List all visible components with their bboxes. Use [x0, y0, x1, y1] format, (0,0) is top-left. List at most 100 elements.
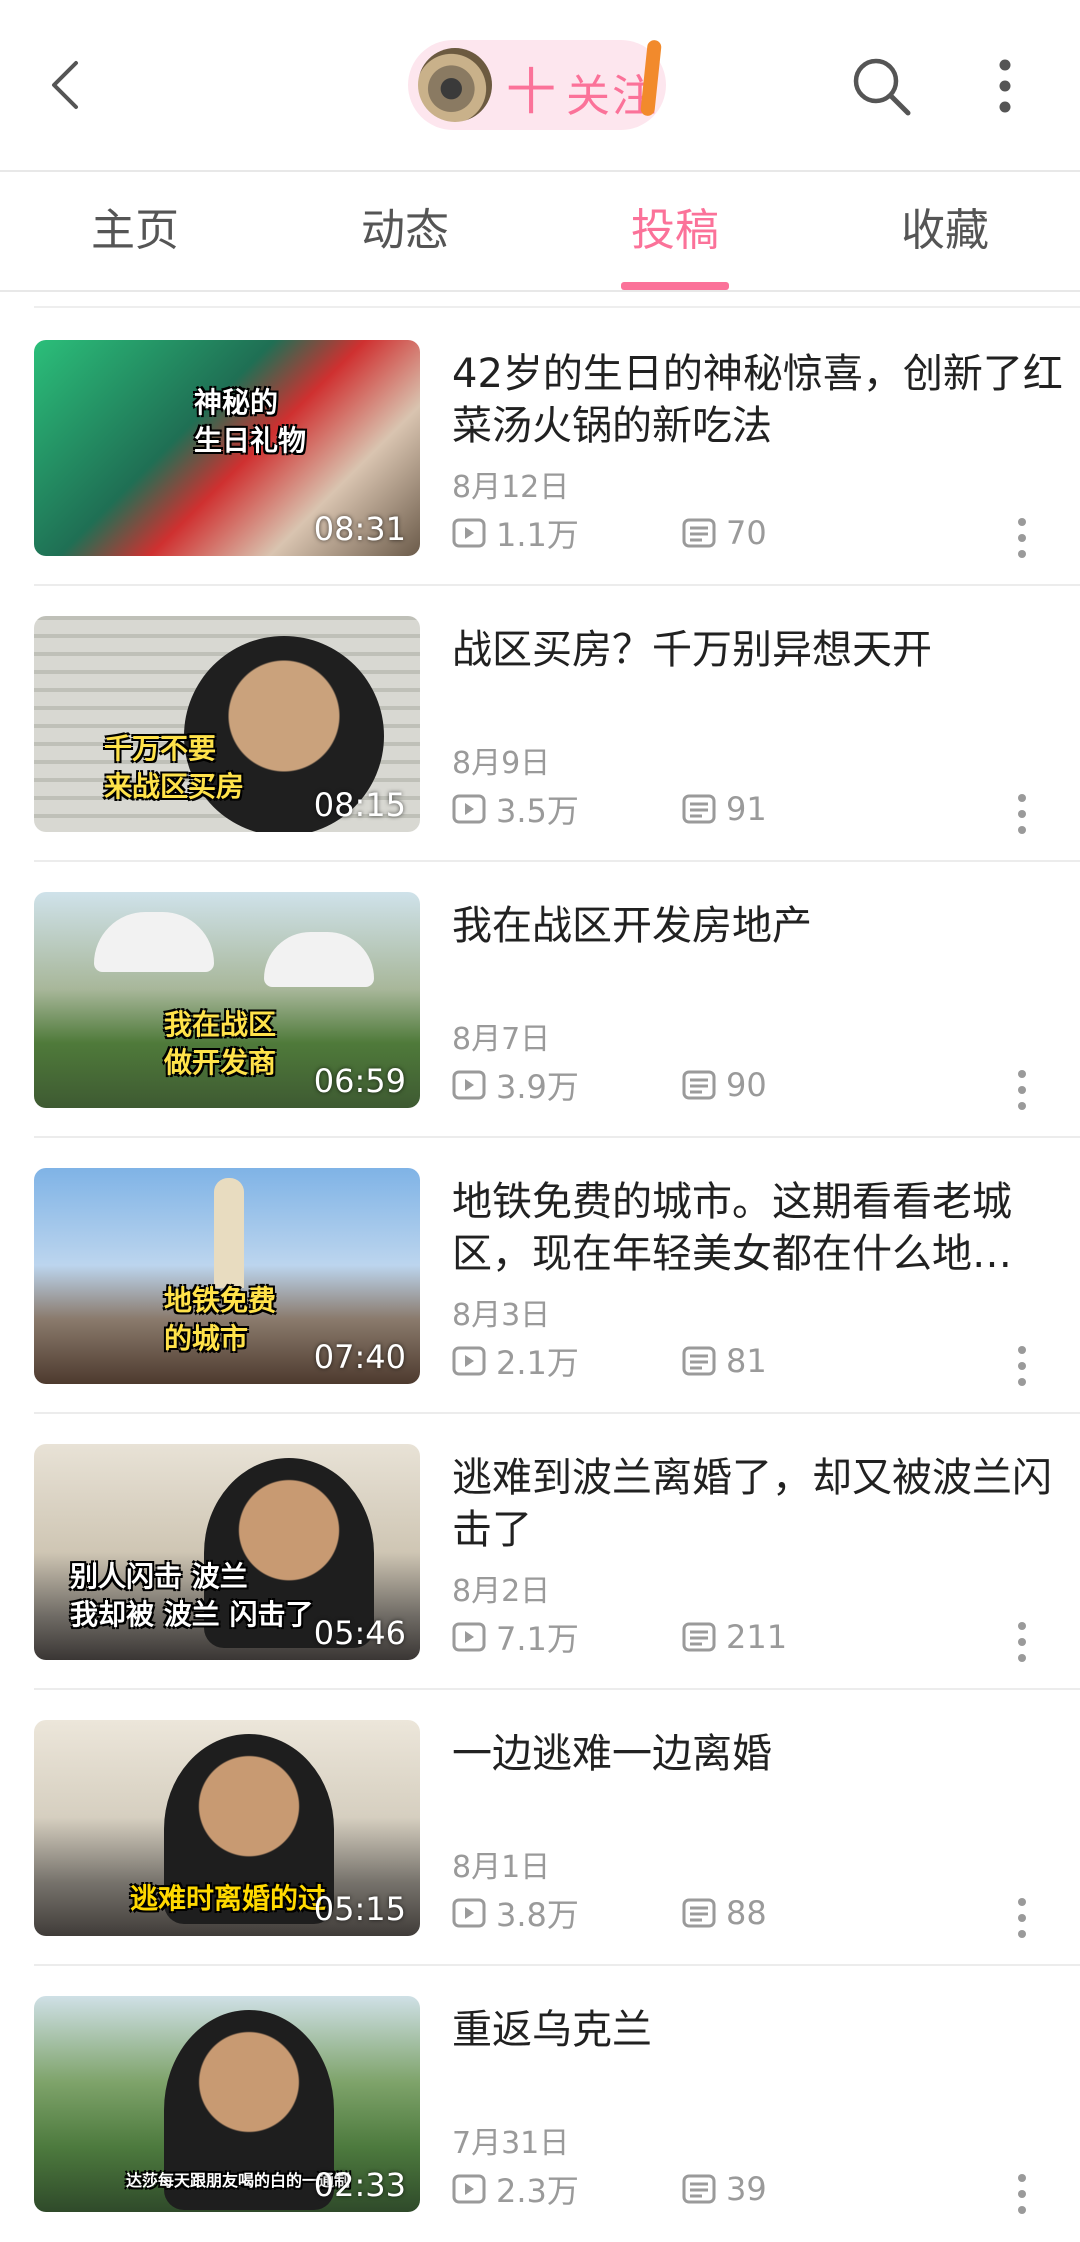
search-icon [853, 58, 911, 116]
video-item[interactable]: 我在战区 做开发商 06:59 我在战区开发房地产 8月7日 3.9万 90 [34, 862, 1080, 1138]
danmaku-icon [682, 518, 716, 548]
tab-uploads[interactable]: 投稿 [540, 172, 810, 290]
search-button[interactable] [850, 55, 912, 117]
video-stats: 7.1万 211 [452, 1614, 787, 1660]
video-list: 神秘的 生日礼物 08:31 42岁的生日的神秘惊喜，创新了红菜汤火锅的新吃法 … [0, 310, 1080, 2242]
video-duration: 06:59 [313, 1062, 406, 1100]
view-count: 3.8万 [452, 1890, 682, 1936]
follow-label: 十 关注 [506, 60, 658, 124]
video-thumbnail[interactable]: 神秘的 生日礼物 08:31 [34, 340, 420, 556]
video-stats: 3.5万 91 [452, 786, 767, 832]
item-more-icon[interactable] [1010, 2172, 1034, 2216]
comment-count-text: 90 [726, 1066, 767, 1104]
video-date: 8月3日 [452, 1298, 551, 1333]
comment-count-text: 91 [726, 790, 767, 828]
tab-home[interactable]: 主页 [0, 172, 270, 290]
play-icon [452, 1622, 486, 1652]
comment-count: 70 [682, 514, 767, 552]
video-duration: 07:40 [313, 1338, 406, 1376]
tab-activity[interactable]: 动态 [270, 172, 540, 290]
video-thumbnail[interactable]: 千万不要 来战区买房 08:15 [34, 616, 420, 832]
item-more-icon[interactable] [1010, 1068, 1034, 1112]
item-more-icon[interactable] [1010, 516, 1034, 560]
video-title[interactable]: 逃难到波兰离婚了，却又被波兰闪击了 [452, 1452, 1070, 1556]
play-icon [452, 1898, 486, 1928]
video-item[interactable]: 逃难时离婚的过 05:15 一边逃难一边离婚 8月1日 3.8万 88 [34, 1690, 1080, 1966]
avatar[interactable] [418, 48, 492, 122]
top-bar: 十 关注 [0, 0, 1080, 170]
video-duration: 05:15 [313, 1890, 406, 1928]
comment-count: 81 [682, 1342, 767, 1380]
danmaku-icon [682, 1898, 716, 1928]
item-more-icon[interactable] [1010, 1896, 1034, 1940]
view-count: 3.9万 [452, 1062, 682, 1108]
thumbnail-caption: 别人闪击 波兰 我却被 波兰 闪击了 [70, 1560, 314, 1631]
video-duration: 05:46 [313, 1614, 406, 1652]
video-item[interactable]: 达莎每天跟朋友喝的白的一通制 02:33 重返乌克兰 7月31日 2.3万 39 [34, 1966, 1080, 2242]
view-count: 3.5万 [452, 786, 682, 832]
video-thumbnail[interactable]: 地铁免费 的城市 07:40 [34, 1168, 420, 1384]
video-item[interactable]: 别人闪击 波兰 我却被 波兰 闪击了 05:46 逃难到波兰离婚了，却又被波兰闪… [34, 1414, 1080, 1690]
comment-count: 90 [682, 1066, 767, 1104]
tab-favorites[interactable]: 收藏 [810, 172, 1080, 290]
danmaku-icon [682, 1070, 716, 1100]
follow-button[interactable]: 十 关注 [408, 39, 666, 130]
thumbnail-caption: 地铁免费 的城市 [164, 1284, 277, 1355]
video-title[interactable]: 重返乌克兰 [452, 2004, 1070, 2056]
item-more-icon[interactable] [1010, 1344, 1034, 1388]
danmaku-icon [682, 1622, 716, 1652]
video-title[interactable]: 42岁的生日的神秘惊喜，创新了红菜汤火锅的新吃法 [452, 348, 1070, 452]
video-duration: 08:15 [313, 786, 406, 824]
video-title[interactable]: 一边逃难一边离婚 [452, 1728, 1070, 1780]
video-duration: 02:33 [313, 2166, 406, 2204]
more-options-button[interactable] [990, 55, 1020, 117]
comment-count: 88 [682, 1894, 767, 1932]
play-icon [452, 518, 486, 548]
bell-tower [214, 1178, 244, 1288]
video-stats: 3.8万 88 [452, 1890, 767, 1936]
view-count-text: 3.8万 [496, 1896, 579, 1934]
video-date: 8月7日 [452, 1022, 551, 1057]
video-thumbnail[interactable]: 别人闪击 波兰 我却被 波兰 闪击了 05:46 [34, 1444, 420, 1660]
thumbnail-caption: 神秘的 生日礼物 [194, 386, 307, 457]
vertical-dots-icon [999, 59, 1011, 113]
view-count-text: 3.5万 [496, 792, 579, 830]
view-count-text: 1.1万 [496, 516, 579, 554]
danmaku-icon [682, 2174, 716, 2204]
thumbnail-caption: 千万不要 来战区买房 [104, 732, 245, 803]
play-icon [452, 1346, 486, 1376]
hard-hat [264, 932, 374, 987]
video-title[interactable]: 我在战区开发房地产 [452, 900, 1070, 952]
comment-count-text: 81 [726, 1342, 767, 1380]
video-title[interactable]: 地铁免费的城市。这期看看老城区，现在年轻美女都在什么地… [452, 1176, 1070, 1280]
orange-highlight-mark [640, 39, 662, 117]
video-thumbnail[interactable]: 我在战区 做开发商 06:59 [34, 892, 420, 1108]
video-thumbnail[interactable]: 逃难时离婚的过 05:15 [34, 1720, 420, 1936]
view-count: 1.1万 [452, 510, 682, 556]
video-date: 7月31日 [452, 2126, 570, 2161]
item-more-icon[interactable] [1010, 1620, 1034, 1664]
view-count-text: 7.1万 [496, 1620, 579, 1658]
thumbnail-caption: 逃难时离婚的过 [130, 1882, 327, 1915]
video-date: 8月12日 [452, 470, 570, 505]
comment-count-text: 88 [726, 1894, 767, 1932]
item-more-icon[interactable] [1010, 792, 1034, 836]
video-thumbnail[interactable]: 达莎每天跟朋友喝的白的一通制 02:33 [34, 1996, 420, 2212]
back-button[interactable] [40, 55, 90, 115]
back-arrow-icon [52, 61, 78, 109]
thumbnail-caption: 我在战区 做开发商 [164, 1008, 277, 1079]
comment-count-text: 39 [726, 2170, 767, 2208]
video-item[interactable]: 千万不要 来战区买房 08:15 战区买房？千万别异想天开 8月9日 3.5万 … [34, 586, 1080, 862]
plus-icon: 十 [506, 63, 558, 121]
video-stats: 3.9万 90 [452, 1062, 767, 1108]
divider [34, 306, 1080, 308]
view-count-text: 2.3万 [496, 2172, 579, 2210]
comment-count-text: 211 [726, 1618, 788, 1656]
video-item[interactable]: 地铁免费 的城市 07:40 地铁免费的城市。这期看看老城区，现在年轻美女都在什… [34, 1138, 1080, 1414]
comment-count-text: 70 [726, 514, 767, 552]
video-title[interactable]: 战区买房？千万别异想天开 [452, 624, 1070, 676]
view-count: 7.1万 [452, 1614, 682, 1660]
video-item[interactable]: 神秘的 生日礼物 08:31 42岁的生日的神秘惊喜，创新了红菜汤火锅的新吃法 … [34, 310, 1080, 586]
view-count-text: 2.1万 [496, 1344, 579, 1382]
video-stats: 2.3万 39 [452, 2166, 767, 2212]
